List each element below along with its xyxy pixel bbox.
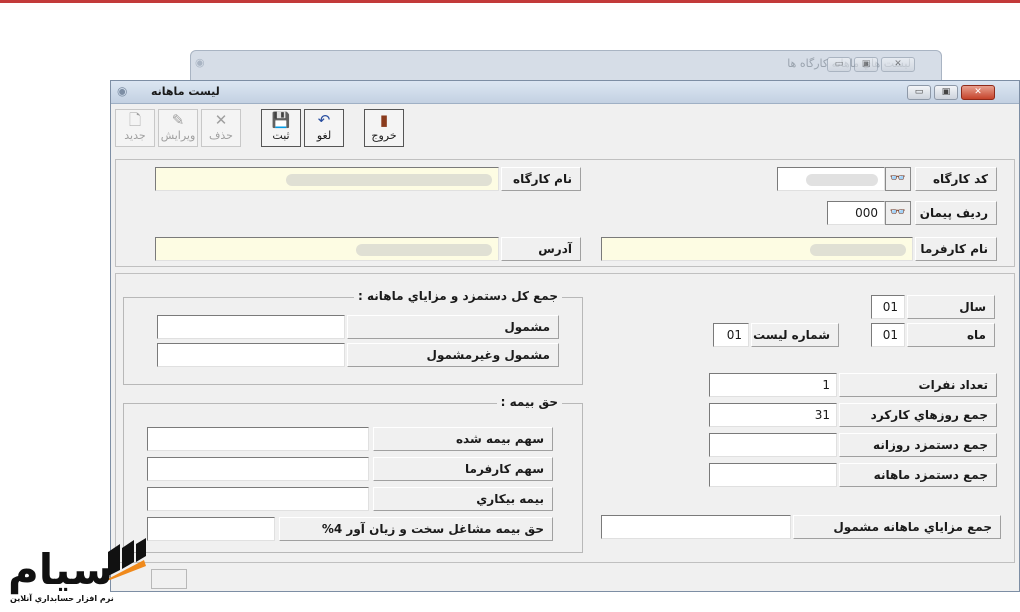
contract-row-field[interactable]: 000 [827,201,885,225]
employer-share-field[interactable] [147,457,369,481]
edit-button-label: ويرايش [160,129,196,142]
hard-jobs-insurance-field[interactable] [147,517,275,541]
workshop-code-label: كد كارگاه [915,167,997,191]
wages-group-caption: جمع كل دستمزد و مزاياي ماهانه : [354,289,562,303]
monthly-wage-field[interactable] [709,463,837,487]
exit-button[interactable]: ▮ خروج [364,109,404,147]
hard-jobs-insurance-label: حق بيمه مشاغل سخت و زيان آور 4% [279,517,553,541]
maximize-button[interactable]: ▣ [854,57,878,72]
workshop-name-field[interactable] [155,167,499,191]
new-button-label: جديد [124,129,146,142]
save-button-label: ثبت [272,129,290,142]
daily-wage-label: جمع دستمزد روزانه [839,433,997,457]
edit-button[interactable]: ✎ ويرايش [158,109,198,147]
insurable-wages-field[interactable] [157,315,345,339]
new-file-icon: 🗋 [128,111,142,129]
work-days-field[interactable]: 31 [709,403,837,427]
delete-button-label: حذف [209,129,233,142]
window-title: ليست ماهانه [151,85,220,98]
month-field[interactable]: 01 [871,323,905,347]
daily-wage-field[interactable] [709,433,837,457]
contract-row-label: رديف پيمان [915,201,997,225]
minimize-button[interactable]: ▭ [827,57,851,72]
address-field[interactable] [155,237,499,261]
insured-share-label: سهم بيمه شده [373,427,553,451]
minimize-button[interactable]: ▭ [907,85,931,100]
toolbar: 🗋 جديد ✎ ويرايش ✕ حذف 💾 ثبت ↶ لغو ▮ خروج [115,109,404,147]
title-bar[interactable]: ◉ ليست ماهانه ▭ ▣ ✕ [111,81,1019,104]
unemployment-insurance-label: بيمه بيكاري [373,487,553,511]
delete-button[interactable]: ✕ حذف [201,109,241,147]
workshop-code-field[interactable] [777,167,885,191]
redacted-value [806,174,878,186]
unemployment-insurance-field[interactable] [147,487,369,511]
redacted-value [810,244,906,256]
all-wages-label: مشمول وغيرمشمول [347,343,559,367]
cancel-button-label: لغو [316,129,332,142]
redacted-value [286,174,492,186]
siam-logo: سيام نرم افزار حسابداري آنلاين [4,528,154,608]
redacted-value [356,244,492,256]
logo-wordmark: سيام [8,545,113,594]
headcount-field[interactable]: 1 [709,373,837,397]
binoculars-icon[interactable]: 👓 [885,201,911,225]
binoculars-icon[interactable]: 👓 [885,167,911,191]
insurable-benefits-label: جمع مزاياي ماهانه مشمول [793,515,1001,539]
insurable-wages-label: مشمول [347,315,559,339]
status-box [151,569,187,589]
monthly-wage-label: جمع دستمزد ماهانه [839,463,997,487]
list-number-label: شماره ليست [751,323,839,347]
exit-door-icon: ▮ [379,111,389,129]
window-controls: ▭ ▣ ✕ [907,85,995,100]
close-button[interactable]: ✕ [881,57,915,72]
wages-group: جمع كل دستمزد و مزاياي ماهانه : [123,289,583,385]
employer-share-label: سهم كارفرما [373,457,553,481]
cancel-button[interactable]: ↶ لغو [304,109,344,147]
window-app-icon: ◉ [117,84,128,98]
maximize-button[interactable]: ▣ [934,85,958,100]
insured-share-field[interactable] [147,427,369,451]
close-button[interactable]: ✕ [961,85,995,100]
work-days-label: جمع روزهاي كاركرد [839,403,997,427]
address-label: آدرس [501,237,581,261]
list-number-field[interactable]: 01 [713,323,749,347]
delete-icon: ✕ [214,111,228,129]
year-label: سال [907,295,995,319]
save-button[interactable]: 💾 ثبت [261,109,301,147]
month-label: ماه [907,323,995,347]
exit-button-label: خروج [371,129,397,142]
insurance-group-caption: حق بيمه : [496,395,562,409]
all-wages-field[interactable] [157,343,345,367]
insurable-benefits-field[interactable] [601,515,791,539]
workshop-name-label: نام كارگاه [501,167,581,191]
logo-tagline: نرم افزار حسابداري آنلاين [10,594,114,603]
undo-icon: ↶ [317,111,331,129]
employer-name-label: نام كارفرما [915,237,997,261]
employer-name-field[interactable] [601,237,913,261]
window-app-icon: ◉ [195,56,205,69]
background-window-controls: ▭ ▣ ✕ [827,57,915,72]
new-button[interactable]: 🗋 جديد [115,109,155,147]
top-accent-line [0,0,1020,3]
monthly-list-window: ◉ ليست ماهانه ▭ ▣ ✕ 🗋 جديد ✎ ويرايش ✕ حذ… [110,80,1020,592]
year-field[interactable]: 01 [871,295,905,319]
edit-icon: ✎ [171,111,185,129]
save-icon: 💾 [271,111,291,129]
headcount-label: تعداد نفرات [839,373,997,397]
